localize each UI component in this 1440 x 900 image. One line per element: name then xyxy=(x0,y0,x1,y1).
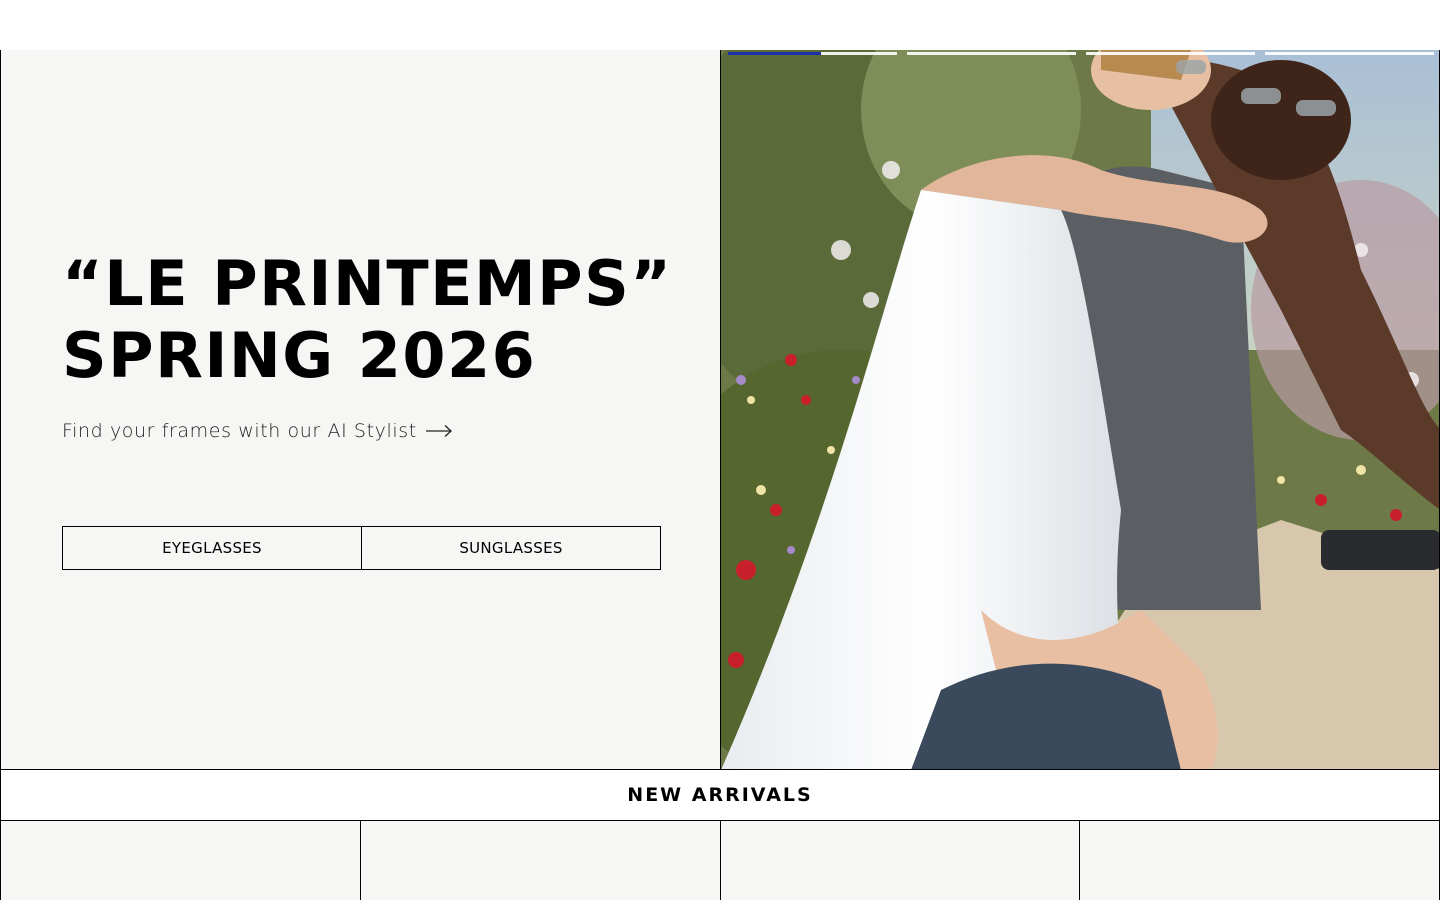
site-header xyxy=(0,0,1440,50)
ai-stylist-link[interactable]: Find your frames with our AI Stylist xyxy=(62,420,453,442)
product-card[interactable] xyxy=(1079,821,1440,900)
category-buttons: EYEGLASSES SUNGLASSES xyxy=(62,526,661,570)
eyeglasses-button[interactable]: EYEGLASSES xyxy=(63,527,361,569)
hero-text-panel: “LE PRINTEMPS” SPRING 2026 Find your fra… xyxy=(0,50,720,770)
arrow-right-icon xyxy=(425,425,452,437)
product-card[interactable] xyxy=(0,821,360,900)
hero-title: “LE PRINTEMPS” SPRING 2026 xyxy=(62,248,682,392)
slide-indicator-1[interactable] xyxy=(728,52,897,55)
new-arrivals-heading: NEW ARRIVALS xyxy=(627,784,813,806)
hero-image xyxy=(720,50,1440,770)
product-grid xyxy=(0,821,1440,900)
hero-photo-illustration xyxy=(721,50,1439,769)
hero-title-line-1: “LE PRINTEMPS” xyxy=(62,247,673,320)
ai-stylist-link-label: Find your frames with our AI Stylist xyxy=(62,420,417,442)
slide-indicator-fill xyxy=(728,52,821,55)
hero-section: “LE PRINTEMPS” SPRING 2026 Find your fra… xyxy=(0,50,1440,770)
hero-title-line-2: SPRING 2026 xyxy=(62,319,537,392)
product-card[interactable] xyxy=(719,821,1080,900)
slide-indicator-4[interactable] xyxy=(1265,52,1434,55)
slide-indicator-2[interactable] xyxy=(907,52,1076,55)
new-arrivals-header: NEW ARRIVALS xyxy=(0,770,1440,821)
sunglasses-button[interactable]: SUNGLASSES xyxy=(361,527,660,569)
product-card[interactable] xyxy=(359,821,720,900)
slideshow-progress xyxy=(728,52,1434,56)
slide-indicator-3[interactable] xyxy=(1086,52,1255,55)
